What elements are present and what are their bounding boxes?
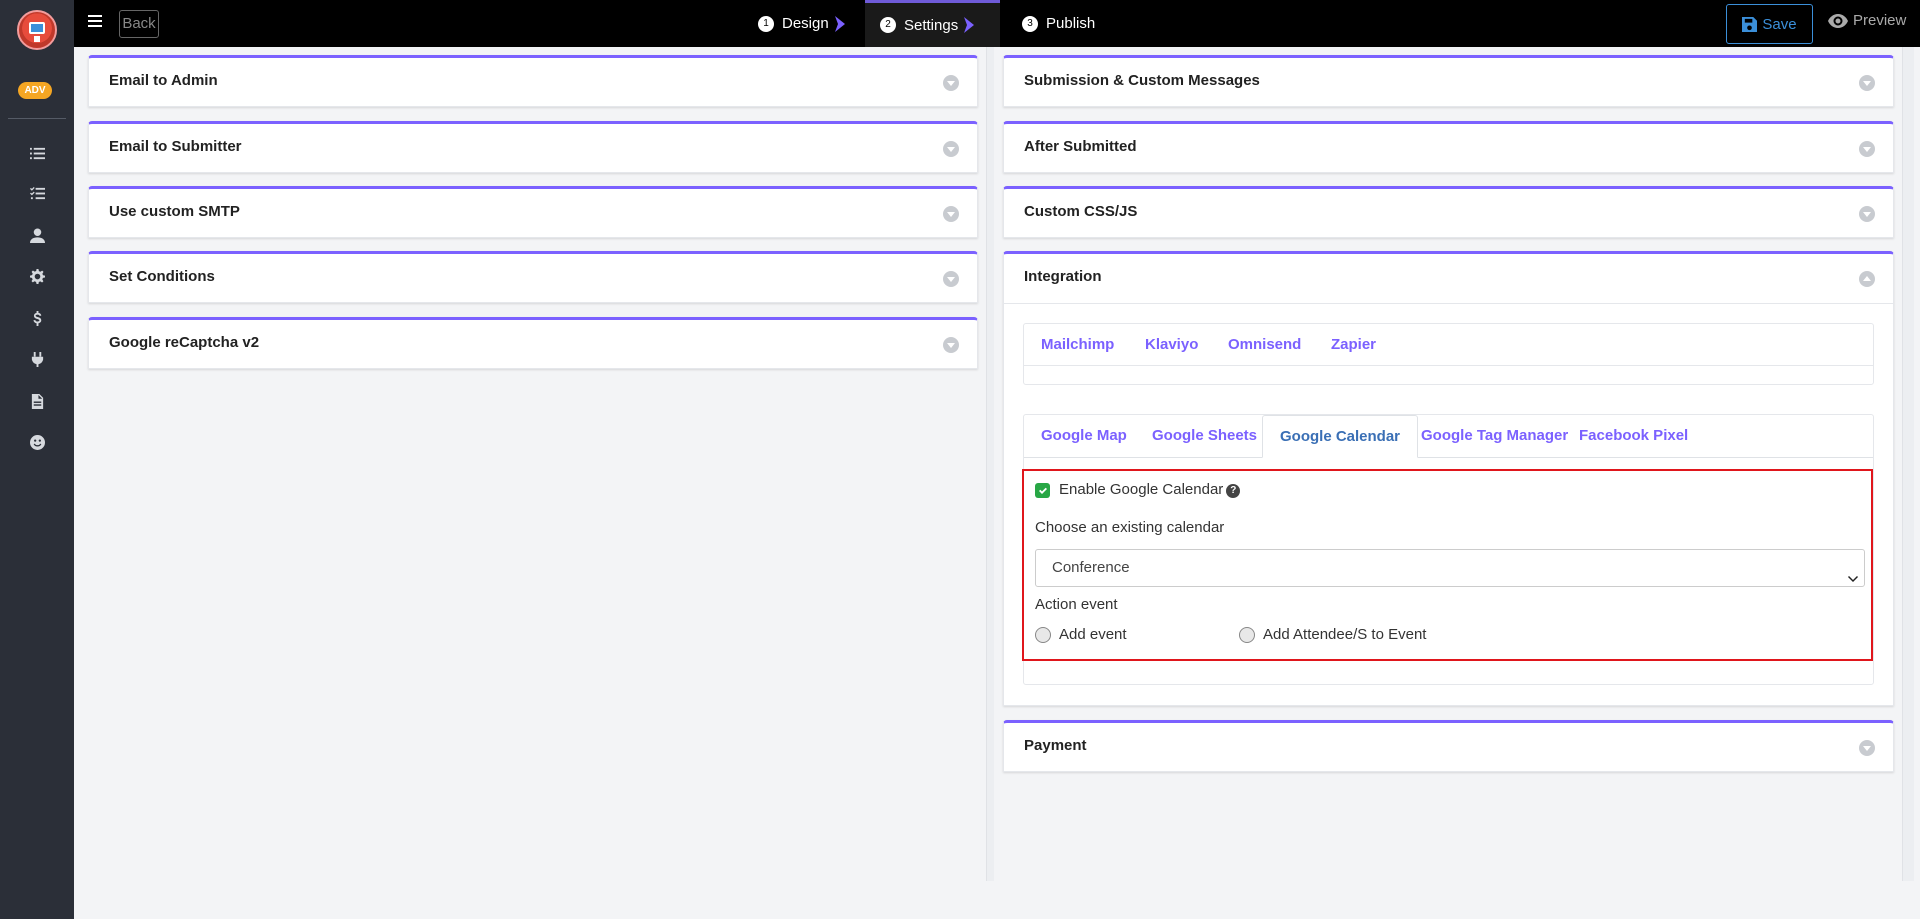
- tab-google-calendar[interactable]: Google Calendar: [1262, 415, 1419, 458]
- panel-recaptcha[interactable]: Google reCaptcha v2: [88, 317, 978, 369]
- panel-email-to-submitter[interactable]: Email to Submitter: [88, 121, 978, 173]
- calendar-select[interactable]: Conference: [1035, 549, 1865, 587]
- integration-tabs-marketing: Mailchimp Klaviyo Omnisend Zapier: [1023, 323, 1874, 385]
- tabs-divider: [1024, 365, 1873, 366]
- panel-title: Email to Submitter: [109, 138, 242, 155]
- tab-google-map[interactable]: Google Map: [1024, 415, 1144, 457]
- step-number: 3: [1022, 15, 1038, 32]
- step-label: Settings: [904, 16, 959, 34]
- floppy-icon: [1742, 16, 1758, 32]
- panel-title: Google reCaptcha v2: [109, 334, 260, 351]
- enable-label-text: Enable Google Calendar: [1059, 481, 1224, 498]
- panel-email-to-admin[interactable]: Email to Admin: [88, 55, 978, 107]
- sidebar: ADV: [0, 0, 74, 919]
- panel-title: Email to Admin: [109, 72, 218, 89]
- app-logo[interactable]: [17, 10, 57, 50]
- choose-calendar-label: Choose an existing calendar: [1035, 519, 1225, 536]
- action-event-label: Action event: [1035, 596, 1118, 613]
- enable-google-calendar-label: Enable Google Calendar?: [1059, 481, 1241, 498]
- column-scrollbar[interactable]: [986, 47, 994, 881]
- tab-google-sheets[interactable]: Google Sheets: [1135, 415, 1274, 457]
- panel-after-submitted[interactable]: After Submitted: [1003, 121, 1894, 173]
- panel-submission-messages[interactable]: Submission & Custom Messages: [1003, 55, 1894, 107]
- panel-title: After Submitted: [1024, 138, 1137, 155]
- preview-button[interactable]: Preview: [1828, 12, 1906, 29]
- panel-custom-smtp[interactable]: Use custom SMTP: [88, 186, 978, 238]
- chevron-down-icon: [1848, 562, 1858, 582]
- step-design[interactable]: 1 Design: [758, 0, 845, 47]
- chevron-down-icon[interactable]: [943, 141, 959, 157]
- list-icon[interactable]: [27, 143, 47, 163]
- chevron-down-icon[interactable]: [1859, 141, 1875, 157]
- add-attendee-radio[interactable]: [1239, 627, 1255, 643]
- chevron-down-icon[interactable]: [943, 337, 959, 353]
- chevron-down-icon[interactable]: [943, 206, 959, 222]
- check-icon: [1038, 487, 1047, 494]
- step-publish[interactable]: 3 Publish: [1022, 0, 1095, 47]
- step-settings[interactable]: 2 Settings: [865, 0, 1000, 47]
- save-label: Save: [1762, 15, 1797, 33]
- tab-zapier[interactable]: Zapier: [1314, 324, 1393, 366]
- step-label: Design: [782, 15, 829, 32]
- tab-google-tag-manager[interactable]: Google Tag Manager: [1404, 415, 1585, 457]
- help-icon[interactable]: ?: [1226, 484, 1241, 498]
- panel-title: Integration: [1024, 268, 1102, 285]
- panel-title: Submission & Custom Messages: [1024, 72, 1260, 89]
- add-event-radio[interactable]: [1035, 627, 1051, 643]
- panel-title: Payment: [1024, 737, 1087, 754]
- panel-title: Set Conditions: [109, 268, 215, 285]
- document-icon[interactable]: [27, 391, 47, 411]
- smiley-icon[interactable]: [27, 432, 47, 452]
- chevron-right-icon: [834, 15, 845, 32]
- plan-badge: ADV: [18, 82, 52, 99]
- panel-title: Custom CSS/JS: [1024, 203, 1138, 220]
- add-attendee-label: Add Attendee/S to Event: [1263, 626, 1427, 643]
- calendar-select-value: Conference: [1052, 559, 1130, 576]
- chevron-up-icon[interactable]: [1859, 271, 1875, 287]
- menu-icon[interactable]: [88, 15, 102, 27]
- checklist-icon[interactable]: [27, 183, 47, 203]
- chevron-down-icon[interactable]: [943, 75, 959, 91]
- chevron-down-icon[interactable]: [1859, 740, 1875, 756]
- chevron-down-icon[interactable]: [1859, 75, 1875, 91]
- chevron-down-icon[interactable]: [943, 271, 959, 287]
- user-icon[interactable]: [27, 225, 47, 245]
- plug-icon[interactable]: [27, 349, 47, 369]
- enable-google-calendar-checkbox[interactable]: [1035, 483, 1050, 498]
- panel-custom-css-js[interactable]: Custom CSS/JS: [1003, 186, 1894, 238]
- tabs-divider: [1024, 457, 1873, 458]
- panel-payment[interactable]: Payment: [1003, 720, 1894, 772]
- tab-facebook-pixel[interactable]: Facebook Pixel: [1562, 415, 1705, 457]
- panel-title: Use custom SMTP: [109, 203, 240, 220]
- step-number: 2: [880, 17, 896, 33]
- gear-icon[interactable]: [27, 266, 47, 286]
- tab-mailchimp[interactable]: Mailchimp: [1024, 324, 1131, 366]
- step-number: 1: [758, 15, 774, 32]
- tab-klaviyo[interactable]: Klaviyo: [1128, 324, 1215, 366]
- chevron-down-icon[interactable]: [1859, 206, 1875, 222]
- page-scrollbar[interactable]: [1902, 47, 1914, 881]
- preview-label: Preview: [1853, 12, 1907, 29]
- eye-icon: [1828, 13, 1848, 28]
- top-bar: Back 1 Design 2 Settings 3 Publish Save …: [74, 0, 1920, 47]
- tab-omnisend[interactable]: Omnisend: [1211, 324, 1318, 366]
- back-button[interactable]: Back: [119, 10, 159, 38]
- add-event-label: Add event: [1059, 626, 1127, 643]
- save-button[interactable]: Save: [1726, 4, 1813, 44]
- step-label: Publish: [1046, 15, 1096, 32]
- google-calendar-settings: Enable Google Calendar? Choose an existi…: [1022, 469, 1873, 661]
- dollar-icon[interactable]: [27, 308, 47, 328]
- panel-divider: [1004, 303, 1893, 304]
- sidebar-divider: [8, 118, 66, 119]
- chevron-right-icon: [964, 17, 975, 33]
- panel-set-conditions[interactable]: Set Conditions: [88, 251, 978, 303]
